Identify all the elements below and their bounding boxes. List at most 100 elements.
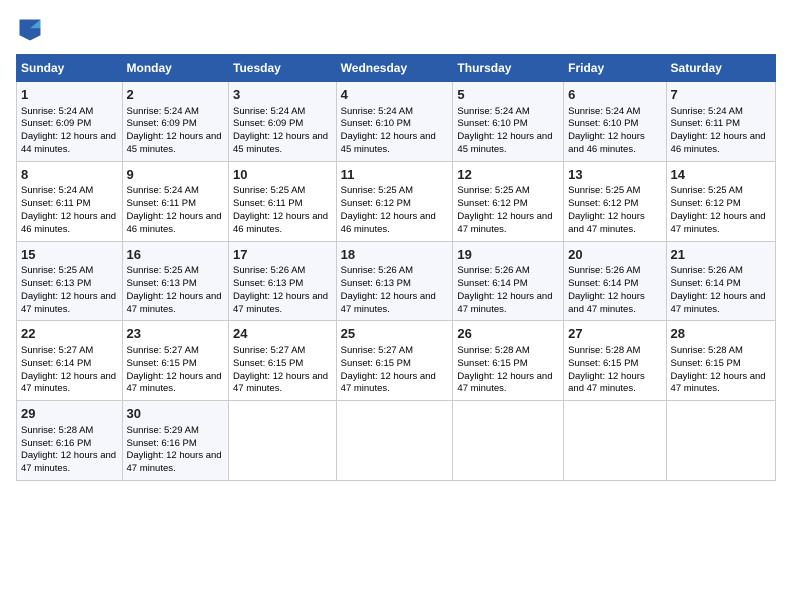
header: [16, 16, 776, 44]
calendar-cell: 23Sunrise: 5:27 AMSunset: 6:15 PMDayligh…: [122, 321, 228, 401]
calendar-cell: 8Sunrise: 5:24 AMSunset: 6:11 PMDaylight…: [17, 161, 123, 241]
sunrise-text: Sunrise: 5:24 AM: [21, 185, 118, 198]
sunset-text: Sunset: 6:09 PM: [127, 118, 224, 131]
daylight-text: Daylight: 12 hours and 47 minutes.: [568, 291, 661, 317]
sunset-text: Sunset: 6:13 PM: [21, 278, 118, 291]
calendar-cell: 19Sunrise: 5:26 AMSunset: 6:14 PMDayligh…: [453, 241, 564, 321]
daylight-text: Daylight: 12 hours and 47 minutes.: [671, 291, 771, 317]
calendar-cell: 10Sunrise: 5:25 AMSunset: 6:11 PMDayligh…: [229, 161, 337, 241]
day-number: 1: [21, 86, 118, 104]
day-number: 23: [127, 325, 224, 343]
daylight-text: Daylight: 12 hours and 47 minutes.: [341, 291, 449, 317]
calendar-cell: 21Sunrise: 5:26 AMSunset: 6:14 PMDayligh…: [666, 241, 775, 321]
day-number: 27: [568, 325, 661, 343]
sunrise-text: Sunrise: 5:27 AM: [233, 345, 332, 358]
day-number: 6: [568, 86, 661, 104]
sunset-text: Sunset: 6:13 PM: [341, 278, 449, 291]
day-number: 18: [341, 246, 449, 264]
sunrise-text: Sunrise: 5:25 AM: [127, 265, 224, 278]
calendar-cell: [666, 401, 775, 481]
sunrise-text: Sunrise: 5:28 AM: [671, 345, 771, 358]
sunrise-text: Sunrise: 5:24 AM: [457, 106, 559, 119]
daylight-text: Daylight: 12 hours and 47 minutes.: [457, 371, 559, 397]
day-number: 28: [671, 325, 771, 343]
daylight-text: Daylight: 12 hours and 47 minutes.: [568, 371, 661, 397]
day-number: 2: [127, 86, 224, 104]
calendar-cell: 16Sunrise: 5:25 AMSunset: 6:13 PMDayligh…: [122, 241, 228, 321]
calendar-cell: 9Sunrise: 5:24 AMSunset: 6:11 PMDaylight…: [122, 161, 228, 241]
daylight-text: Daylight: 12 hours and 46 minutes.: [21, 211, 118, 237]
calendar-cell: 6 Sunrise: 5:24 AMSunset: 6:10 PMDaylight…: [564, 82, 666, 162]
calendar-cell: [336, 401, 453, 481]
calendar-cell: 20Sunrise: 5:26 AMSunset: 6:14 PMDayligh…: [564, 241, 666, 321]
sunrise-text: Sunrise: 5:26 AM: [457, 265, 559, 278]
day-number: 7: [671, 86, 771, 104]
header-day: Tuesday: [229, 55, 337, 82]
sunrise-text: Sunrise: 5:26 AM: [233, 265, 332, 278]
calendar-week-row: 22Sunrise: 5:27 AMSunset: 6:14 PMDayligh…: [17, 321, 776, 401]
sunset-text: Sunset: 6:14 PM: [671, 278, 771, 291]
day-number: 22: [21, 325, 118, 343]
sunset-text: Sunset: 6:09 PM: [21, 118, 118, 131]
calendar-week-row: 8Sunrise: 5:24 AMSunset: 6:11 PMDaylight…: [17, 161, 776, 241]
calendar-cell: [564, 401, 666, 481]
sunset-text: Sunset: 6:13 PM: [127, 278, 224, 291]
calendar-cell: 29Sunrise: 5:28 AMSunset: 6:16 PMDayligh…: [17, 401, 123, 481]
day-number: 8: [21, 166, 118, 184]
daylight-text: Daylight: 12 hours and 46 minutes.: [127, 211, 224, 237]
logo: [16, 16, 48, 44]
sunrise-text: Sunrise: 5:25 AM: [233, 185, 332, 198]
sunrise-text: Sunrise: 5:27 AM: [127, 345, 224, 358]
daylight-text: Daylight: 12 hours and 47 minutes.: [21, 450, 118, 476]
calendar-week-row: 1Sunrise: 5:24 AMSunset: 6:09 PMDaylight…: [17, 82, 776, 162]
calendar-cell: 18Sunrise: 5:26 AMSunset: 6:13 PMDayligh…: [336, 241, 453, 321]
daylight-text: Daylight: 12 hours and 46 minutes.: [233, 211, 332, 237]
sunset-text: Sunset: 6:13 PM: [233, 278, 332, 291]
day-number: 24: [233, 325, 332, 343]
calendar-cell: 25Sunrise: 5:27 AMSunset: 6:15 PMDayligh…: [336, 321, 453, 401]
daylight-text: Daylight: 12 hours and 47 minutes.: [233, 291, 332, 317]
day-number: 5: [457, 86, 559, 104]
daylight-text: Daylight: 12 hours and 47 minutes.: [568, 211, 661, 237]
daylight-text: Daylight: 12 hours and 47 minutes.: [21, 291, 118, 317]
day-number: 9: [127, 166, 224, 184]
sunset-text: Sunset: 6:12 PM: [341, 198, 449, 211]
daylight-text: Daylight: 12 hours and 46 minutes.: [568, 131, 661, 157]
sunrise-text: Sunrise: 5:28 AM: [457, 345, 559, 358]
sunrise-text: Sunrise: 5:24 AM: [568, 106, 661, 119]
calendar-cell: 27Sunrise: 5:28 AMSunset: 6:15 PMDayligh…: [564, 321, 666, 401]
daylight-text: Daylight: 12 hours and 47 minutes.: [457, 291, 559, 317]
calendar-cell: 14Sunrise: 5:25 AMSunset: 6:12 PMDayligh…: [666, 161, 775, 241]
calendar-cell: [229, 401, 337, 481]
day-number: 3: [233, 86, 332, 104]
sunset-text: Sunset: 6:10 PM: [341, 118, 449, 131]
day-number: 26: [457, 325, 559, 343]
sunset-text: Sunset: 6:15 PM: [233, 358, 332, 371]
calendar-cell: 7Sunrise: 5:24 AMSunset: 6:11 PMDaylight…: [666, 82, 775, 162]
daylight-text: Daylight: 12 hours and 47 minutes.: [671, 211, 771, 237]
sunrise-text: Sunrise: 5:24 AM: [127, 106, 224, 119]
daylight-text: Daylight: 12 hours and 45 minutes.: [233, 131, 332, 157]
sunrise-text: Sunrise: 5:24 AM: [233, 106, 332, 119]
daylight-text: Daylight: 12 hours and 47 minutes.: [671, 371, 771, 397]
daylight-text: Daylight: 12 hours and 47 minutes.: [127, 371, 224, 397]
sunset-text: Sunset: 6:12 PM: [568, 198, 661, 211]
day-number: 19: [457, 246, 559, 264]
calendar-cell: [453, 401, 564, 481]
sunrise-text: Sunrise: 5:24 AM: [671, 106, 771, 119]
header-day: Saturday: [666, 55, 775, 82]
sunrise-text: Sunrise: 5:28 AM: [21, 425, 118, 438]
calendar-week-row: 15Sunrise: 5:25 AMSunset: 6:13 PMDayligh…: [17, 241, 776, 321]
calendar-cell: 5Sunrise: 5:24 AMSunset: 6:10 PMDaylight…: [453, 82, 564, 162]
sunset-text: Sunset: 6:10 PM: [568, 118, 661, 131]
sunrise-text: Sunrise: 5:25 AM: [457, 185, 559, 198]
sunset-text: Sunset: 6:15 PM: [341, 358, 449, 371]
daylight-text: Daylight: 12 hours and 47 minutes.: [457, 211, 559, 237]
calendar-cell: 12Sunrise: 5:25 AMSunset: 6:12 PMDayligh…: [453, 161, 564, 241]
header-day: Monday: [122, 55, 228, 82]
sunrise-text: Sunrise: 5:25 AM: [568, 185, 661, 198]
calendar-cell: 24Sunrise: 5:27 AMSunset: 6:15 PMDayligh…: [229, 321, 337, 401]
header-day: Wednesday: [336, 55, 453, 82]
day-number: 15: [21, 246, 118, 264]
day-number: 17: [233, 246, 332, 264]
